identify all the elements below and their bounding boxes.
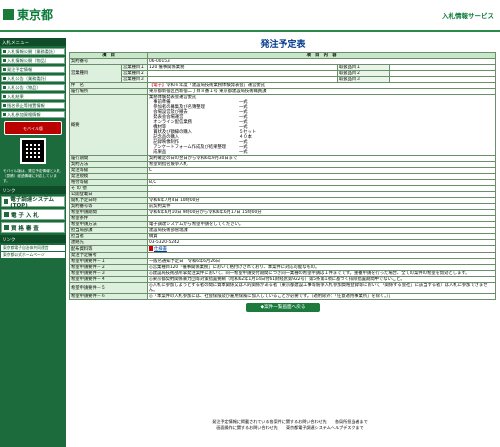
bullet-icon — [3, 77, 6, 80]
sidebar-section-menu: 入札メニュー — [0, 38, 66, 46]
table-row: 概要 業務体験発表会運営委託 事前準備 一式 参加者の募集及び名簿整理 一式 会場設営… — [68, 94, 497, 156]
sidebar-item-1[interactable]: 入札情報公開（物品） — [1, 57, 65, 64]
spec-link[interactable]: 仕様書 — [154, 247, 167, 252]
row-label: 希望申請要件－５ — [68, 282, 149, 294]
main-content: 発注予定表 項 目項 目 内 容契約番号 06-00153 営業種目 営業種目１ 120… — [68, 38, 497, 315]
bullet-icon — [3, 86, 6, 89]
summary-item: 成果品 — [149, 150, 167, 155]
sidebar-link-0[interactable]: 東京都電子自治体共同運営 — [1, 245, 65, 251]
sidebar-item-3[interactable]: 入札公告（業務委託） — [1, 75, 65, 82]
order-schedule-table: 項 目項 目 内 容契約番号 06-00153 営業種目 営業種目１ 120 催事関係業… — [68, 52, 497, 300]
table-row: 希望申請要件－５ ◎入札に参加しようとする者の間に資本関係又は人的関係がある者（東… — [68, 282, 497, 294]
qr-code-image — [20, 138, 46, 164]
mobile-version-button[interactable]: モバイル版 — [4, 121, 62, 135]
sidebar-item-label: 入札結果 — [7, 94, 24, 99]
sidebar-item-5[interactable]: 入札結果 — [1, 93, 65, 100]
sidebar-item-label: 発注予定情報 — [7, 67, 33, 72]
sidebar-item-4[interactable]: 入札公告（物品） — [1, 84, 65, 91]
back-to-list-button[interactable]: ◆案件一覧画面へ戻る — [246, 303, 320, 312]
square-icon — [4, 199, 9, 204]
sidebar-item-label: 入札情報公開（業務委託） — [7, 49, 58, 54]
bullet-icon — [3, 59, 6, 62]
row-value: ◎建設局技術部所掌発注案件において、同一希望申請受付期間につき同一業種の希望申請… — [147, 270, 497, 277]
row-label: 希望申請要件－６ — [68, 293, 149, 300]
square-icon — [4, 212, 9, 217]
bullet-icon — [3, 95, 6, 98]
table-row: 配布資料等 仕様書 — [68, 245, 497, 253]
header-divider — [0, 30, 500, 32]
sidebar-section-links: リンク — [0, 186, 66, 194]
sidebar-item-label: 入札参加資格情報 — [7, 112, 41, 117]
mobile-note: モバイル版は、発注予定情報と入札（見積）経過情報に対応しています。 — [3, 169, 61, 183]
sidebar-item-label: 入札公告（物品） — [7, 85, 41, 90]
square-icon — [4, 225, 9, 230]
table-row: 希望申請要件－６ ◎「本案件の入札参加には、社会保険及び雇用保険に加入していること… — [68, 293, 497, 300]
sidebar-big-label: 電 子 入 札 — [11, 212, 39, 219]
sidebar-item-6[interactable]: 指名停止等措置情報 — [1, 102, 65, 109]
bullet-icon — [3, 68, 6, 71]
row-label: 配布資料等 — [68, 245, 149, 253]
sidebar-item-0[interactable]: 入札情報公開（業務委託） — [1, 48, 65, 55]
page-header: 東京都 入札情報サービス — [0, 0, 500, 32]
row-value: 仕様書 — [147, 245, 497, 253]
bullet-icon — [3, 113, 6, 116]
sidebar-big-label: 電子調達システム(TOP) — [10, 196, 55, 209]
row-label: 概要 — [68, 94, 149, 156]
sidebar-item-label: 指名停止等措置情報 — [7, 103, 45, 108]
sidebar-big-item-0[interactable]: 電子調達システム(TOP) — [1, 196, 65, 209]
sidebar-link-1[interactable]: 東京都公式ホームページ — [1, 252, 65, 258]
sidebar-big-item-1[interactable]: 電 子 入 札 — [1, 209, 65, 220]
summary-qty: 一式 — [239, 150, 248, 155]
sidebar-section-links2: リンク — [0, 235, 66, 243]
sidebar-item-label: 入札公告（業務委託） — [7, 76, 49, 81]
bullet-icon — [3, 104, 6, 107]
sidebar: 入札メニュー 入札情報公開（業務委託） 入札情報公開（物品） 発注予定情報入札公告（… — [0, 38, 66, 447]
sidebar-item-label: 入札情報公開（物品） — [7, 58, 49, 63]
business-name: 営業種目２ — [120, 70, 149, 77]
footer: 発注予定情報に掲載されている各案件に関するお問い合わせ先 各局所担当者まで 画面… — [140, 419, 440, 431]
page-title: 発注予定表 — [260, 40, 306, 50]
pdf-icon — [149, 246, 154, 251]
row-value: ◎「本案件の入札参加には、社会保険及び雇用保険に加入していることが必要です。（適… — [147, 293, 497, 300]
row-value: ◎入札に参加しようとする者の間に資本関係又は人的関係がある者（東京都建設工事等競… — [147, 282, 497, 294]
business-name: 営業種目３ — [120, 76, 149, 83]
business-name: 営業種目１ — [120, 64, 149, 71]
logo-text: 東京都 — [17, 8, 54, 22]
sidebar-item-2[interactable]: 発注予定情報 — [1, 66, 65, 73]
row-label: 営業種目 — [69, 64, 122, 83]
tokyo-logo-icon — [3, 9, 14, 20]
summary-line: 成果品 一式 — [149, 150, 494, 155]
sidebar-big-label: 資 格 審 査 — [11, 225, 39, 232]
summary: 業務体験発表会運営委託 事前準備 一式 参加者の募集及び名簿整理 一式 会場設営及び… — [147, 94, 497, 156]
bullet-icon — [3, 50, 6, 53]
sidebar-big-item-2[interactable]: 資 格 審 査 — [1, 222, 65, 233]
subject-value: 令和６年度「建設局技術業務体験発表会」運営委託 — [166, 83, 266, 88]
electronic-tag: 【電子】 — [149, 83, 167, 88]
footer-line-2: 画面操作に関するお問い合わせ先 東京都電子調達システムヘルプデスクまで — [216, 425, 364, 430]
sidebar-item-7[interactable]: 入札参加資格情報 — [1, 111, 65, 118]
system-title: 入札情報サービス — [442, 12, 494, 20]
